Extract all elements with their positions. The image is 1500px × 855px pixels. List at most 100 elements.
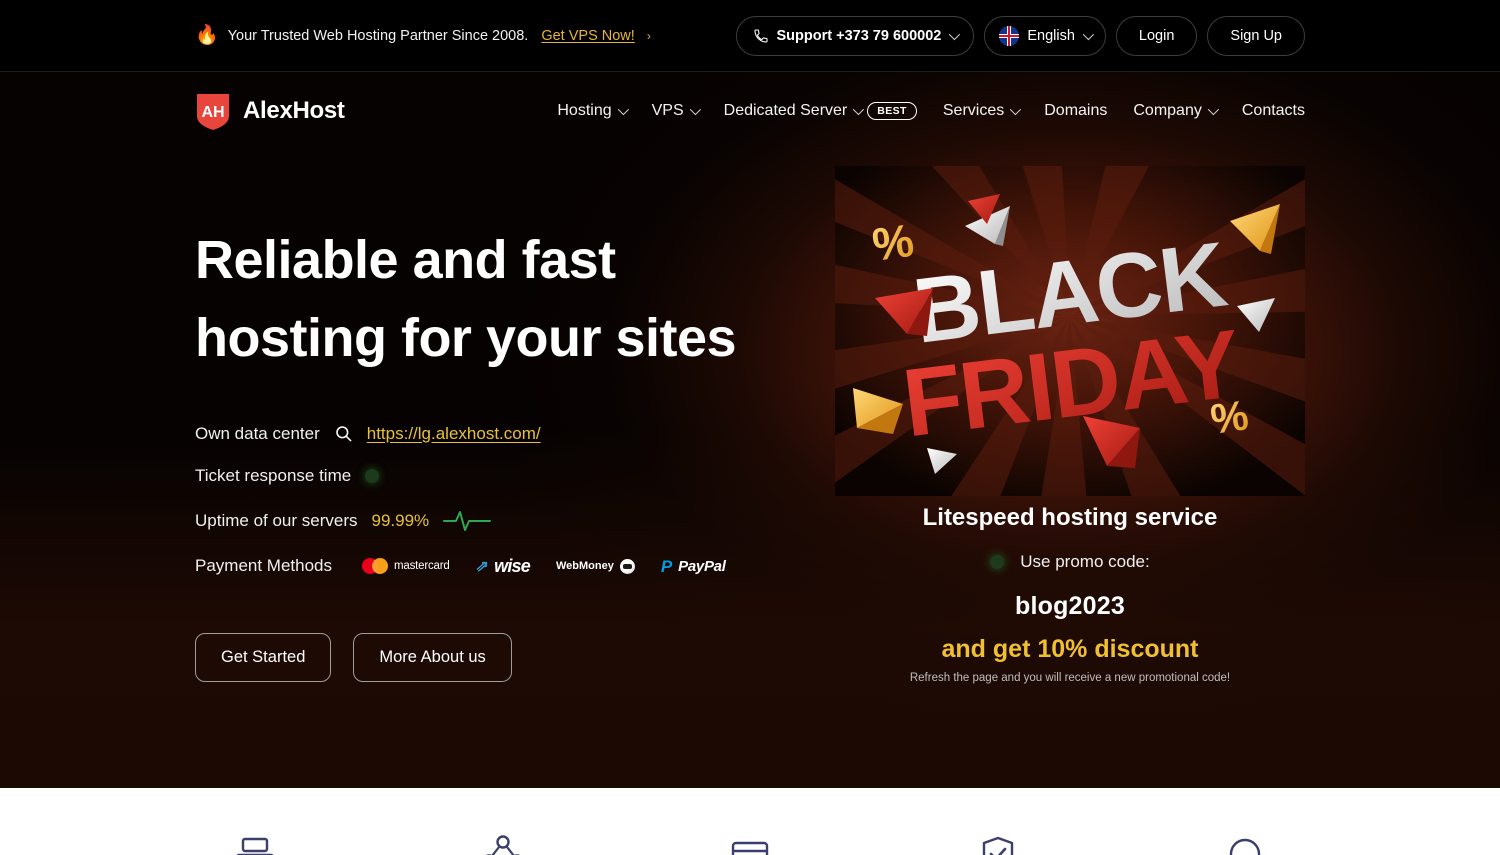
hero-title-line-1: Reliable and fast <box>195 230 616 290</box>
top-actions: Support +373 79 600002 English Login Sig… <box>735 15 1305 56</box>
webmoney-label: WebMoney <box>555 560 614 572</box>
wise-logo: ⇗ wise <box>474 555 531 577</box>
nav-label: Company <box>1133 102 1202 119</box>
nav-links: Hosting VPS Dedicated Server BEST Servic… <box>557 101 1305 121</box>
more-about-us-label: More About us <box>379 647 486 666</box>
chevron-down-icon <box>1207 103 1219 116</box>
promo-use-label: Use promo code: <box>1020 552 1150 571</box>
hero-left-column: Reliable and fast hosting for your sites… <box>195 150 815 684</box>
nav-label: Hosting <box>557 102 612 119</box>
shield-check-icon <box>982 836 1013 855</box>
chevron-down-icon <box>1082 28 1094 40</box>
uptime-label: Uptime of our servers <box>195 510 358 530</box>
nav-item-services[interactable]: Services <box>942 102 1022 120</box>
feature-row-ticket-response: Ticket response time <box>195 466 815 486</box>
uptime-value: 99.99% <box>371 510 430 530</box>
signup-button[interactable]: Sign Up <box>1207 15 1305 56</box>
brand-logo[interactable]: AH AlexHost <box>195 91 345 131</box>
datacenter-label: Own data center <box>195 423 320 443</box>
phone-icon <box>753 28 768 43</box>
promo-strip-text: Your Trusted Web Hosting Partner Since 2… <box>227 27 529 44</box>
features-strip-section <box>0 788 1500 855</box>
nav-label: Contacts <box>1241 102 1305 119</box>
nav-label: VPS <box>651 102 684 119</box>
chevron-down-icon <box>853 103 865 116</box>
network-nodes-icon <box>485 835 520 855</box>
signup-label: Sign Up <box>1230 27 1282 44</box>
get-started-label: Get Started <box>221 647 306 666</box>
hero-feature-list: Own data center https://lg.alexhost.com/… <box>195 424 815 577</box>
more-about-us-button[interactable]: More About us <box>353 632 512 682</box>
server-rack-icon <box>236 837 274 855</box>
mastercard-label: mastercard <box>394 560 450 572</box>
chevron-down-icon <box>949 28 961 40</box>
get-started-button[interactable]: Get Started <box>195 632 332 682</box>
nav-label: Domains <box>1044 102 1108 119</box>
nav-item-company[interactable]: Company <box>1133 102 1219 120</box>
feature-row-datacenter: Own data center https://lg.alexhost.com/ <box>195 424 815 444</box>
feature-icon-shield-check[interactable] <box>938 788 1058 855</box>
promo-strip: 🔥 Your Trusted Web Hosting Partner Since… <box>195 26 651 45</box>
payment-logo-list: mastercard ⇗ wise WebMoney P PayPal <box>362 556 726 577</box>
hero-title-line-2: hosting for your sites <box>195 307 737 368</box>
hero-section: 🔥 Your Trusted Web Hosting Partner Since… <box>0 0 1500 788</box>
chevron-right-icon: › <box>646 28 651 43</box>
login-button[interactable]: Login <box>1115 15 1198 56</box>
wise-arrow-icon: ⇗ <box>474 558 490 575</box>
support-phone-button[interactable]: Support +373 79 600002 <box>735 15 975 56</box>
alexhost-shield-icon: AH <box>195 91 231 131</box>
paypal-p-icon: P <box>660 556 673 576</box>
payment-methods-label: Payment Methods <box>195 556 333 575</box>
language-selector[interactable]: English <box>984 15 1106 56</box>
feature-row-uptime: Uptime of our servers 99.99% <box>195 508 815 534</box>
promo-heading: Litespeed hosting service <box>922 504 1218 531</box>
chevron-down-icon <box>1009 103 1022 116</box>
datacenter-link[interactable]: https://lg.alexhost.com/ <box>367 424 541 444</box>
ticket-response-label: Ticket response time <box>195 465 352 485</box>
get-vps-now-link[interactable]: Get VPS Now! <box>541 28 634 44</box>
hero-right-column: BLACK FRIDAY % % Litespeed hosting servi… <box>835 150 1305 684</box>
promo-code-value[interactable]: blog2023 <box>1015 592 1125 621</box>
brand-name: AlexHost <box>243 97 345 124</box>
nav-item-dedicated-server[interactable]: Dedicated Server BEST <box>724 101 917 121</box>
webmoney-globe-icon <box>619 558 635 574</box>
paypal-label: PayPal <box>678 557 726 575</box>
status-dot-icon <box>365 468 380 483</box>
wise-label: wise <box>494 555 531 576</box>
promo-discount-text: and get 10% discount <box>941 635 1199 663</box>
hero-body: Reliable and fast hosting for your sites… <box>195 150 1305 684</box>
nav-item-vps[interactable]: VPS <box>651 102 701 120</box>
headset-support-icon <box>1229 838 1261 855</box>
nav-label: Services <box>942 102 1005 119</box>
promo-use-row: Use promo code: <box>990 552 1150 572</box>
features-icon-row <box>195 788 1305 855</box>
feature-icon-headset-support[interactable] <box>1185 788 1305 855</box>
hero-cta-row: Get Started More About us <box>195 632 815 682</box>
feature-icon-credit-card[interactable] <box>690 788 810 855</box>
nav-item-contacts[interactable]: Contacts <box>1242 102 1305 120</box>
uk-flag-icon <box>999 25 1020 46</box>
paypal-logo: P PayPal <box>661 558 726 575</box>
nav-item-domains[interactable]: Domains <box>1044 102 1107 120</box>
chevron-down-icon <box>689 103 701 116</box>
nav-item-hosting[interactable]: Hosting <box>557 102 629 120</box>
best-badge: BEST <box>867 101 917 121</box>
feature-row-payment-methods: Payment Methods mastercard ⇗ wise WebMon… <box>195 556 815 577</box>
promo-note-text: Refresh the page and you will receive a … <box>909 672 1231 684</box>
black-friday-artwork: BLACK FRIDAY % % <box>835 166 1305 496</box>
language-label: English <box>1027 27 1075 44</box>
page-title: Reliable and fast hosting for your sites <box>195 222 815 378</box>
svg-text:%: % <box>869 214 917 271</box>
credit-card-icon <box>731 841 769 855</box>
status-dot-icon <box>990 555 1005 569</box>
svg-text:%: % <box>1208 391 1252 443</box>
fire-icon: 🔥 <box>195 25 219 46</box>
login-label: Login <box>1138 27 1175 44</box>
mastercard-logo: mastercard <box>362 558 450 574</box>
svg-text:AH: AH <box>201 104 224 121</box>
main-navigation: AH AlexHost Hosting VPS Dedicated Server <box>0 72 1500 150</box>
top-utility-bar: 🔥 Your Trusted Web Hosting Partner Since… <box>0 0 1500 72</box>
feature-icon-server-rack[interactable] <box>195 788 315 855</box>
feature-icon-network-nodes[interactable] <box>443 788 563 855</box>
webmoney-logo: WebMoney <box>555 558 635 574</box>
